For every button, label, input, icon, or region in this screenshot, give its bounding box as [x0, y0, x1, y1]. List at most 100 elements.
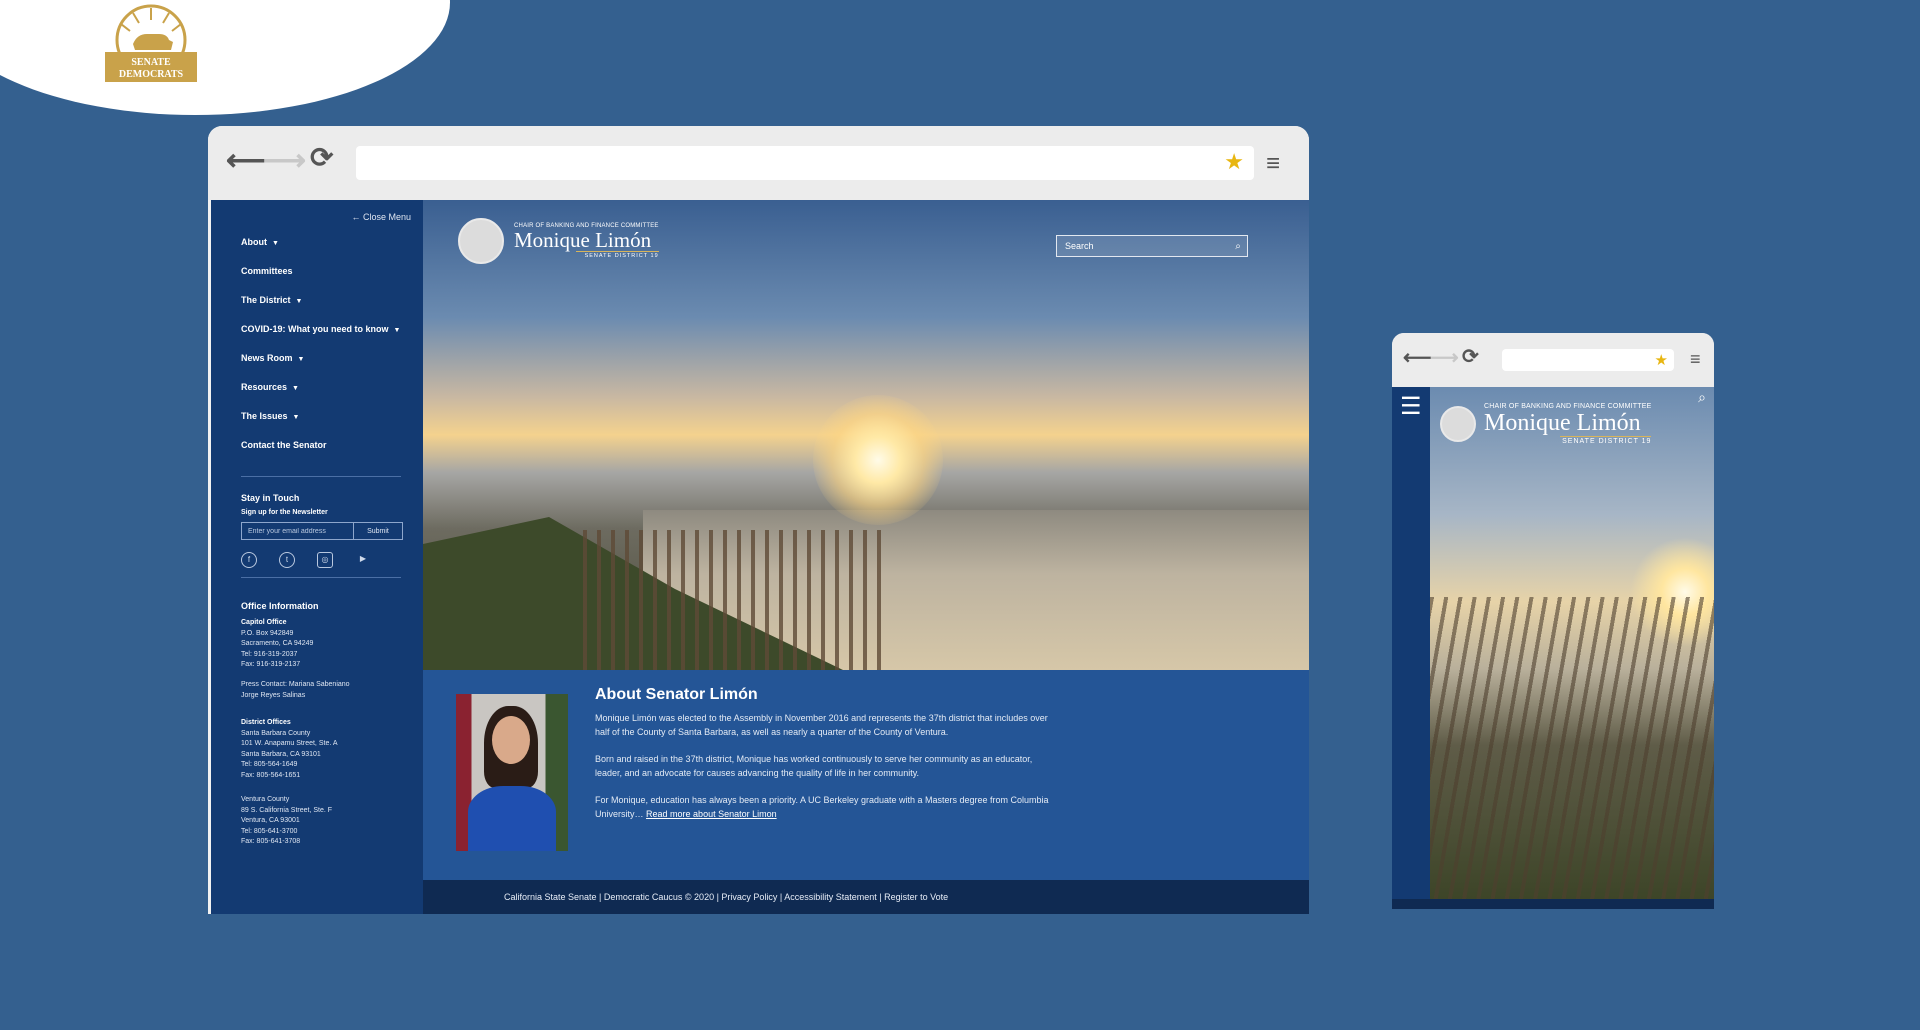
fax-line: Fax: 805-564-1651 [241, 771, 301, 779]
nav-item-covid[interactable]: COVID-19: What you need to know ▼ [241, 324, 400, 353]
browser-menu-icon[interactable]: ≡ [1690, 349, 1701, 370]
submit-button[interactable]: Submit [354, 523, 402, 539]
address-bar[interactable]: ★ [1502, 349, 1674, 371]
senate-seal-icon [458, 218, 504, 264]
about-paragraph-3: For Monique, education has always been a… [595, 794, 1055, 821]
senator-name: Monique Limón [514, 228, 652, 252]
senate-seal-icon [1440, 406, 1476, 442]
nav-item-the-issues[interactable]: The Issues ▼ [241, 411, 400, 440]
site-footer[interactable]: California State Senate | Democratic Cau… [423, 880, 1309, 914]
ventura-office: Ventura County 89 S. California Street, … [241, 795, 332, 848]
mobile-browser-mockup: ⟵ ⟶ ⟳ ★ ≡ ☰ ⌕ CHAIR OF BANKING AND FINAN… [1392, 333, 1714, 909]
phone-line: Tel: 805-641-3700 [241, 827, 298, 835]
portrait-jacket [468, 786, 556, 851]
main-content: CHAIR OF BANKING AND FINANCE COMMITTEE M… [423, 200, 1309, 914]
facebook-icon[interactable]: f [241, 552, 257, 568]
address-line: Sacramento, CA 94249 [241, 640, 314, 647]
back-arrow-icon[interactable]: ⟵ [1403, 348, 1432, 368]
close-menu-label: Close Menu [362, 212, 411, 222]
address-line: 101 W. Anapamu Street, Ste. A [241, 740, 338, 747]
site-logo[interactable]: CHAIR OF BANKING AND FINANCE COMMITTEE M… [1440, 403, 1652, 445]
nav-label: The Issues [241, 411, 288, 421]
district-label: SENATE DISTRICT 19 [1560, 436, 1652, 445]
sidebar-nav: About ▼ Committees The District ▼ COVID-19… [241, 237, 400, 469]
senator-portrait [456, 694, 568, 851]
phone-line: Tel: 916-319-2037 [241, 650, 298, 658]
site-logo[interactable]: CHAIR OF BANKING AND FINANCE COMMITTEE M… [458, 218, 659, 264]
mobile-nav-strip: ☰ [1392, 387, 1430, 899]
bookmark-star-icon[interactable]: ★ [1655, 351, 1668, 369]
search-icon[interactable]: ⌕ [1698, 389, 1706, 406]
browser-menu-icon[interactable]: ≡ [1266, 150, 1280, 178]
nav-label: COVID-19: What you need to know [241, 324, 389, 334]
youtube-icon[interactable]: ▶ [355, 552, 371, 568]
sidebar-menu: ← Close Menu About ▼ Committees The Distr… [211, 200, 423, 914]
address-line: 89 S. California Street, Ste. F [241, 806, 333, 814]
nav-label: Committees [241, 266, 293, 276]
site-title: CHAIR OF BANKING AND FINANCE COMMITTEE M… [1484, 403, 1652, 445]
nav-item-committees[interactable]: Committees [241, 266, 400, 295]
caret-down-icon: ▼ [272, 240, 279, 247]
search-input[interactable] [1057, 241, 1229, 251]
address-line: P.O. Box 942849 [241, 629, 294, 637]
portrait-face [492, 716, 530, 764]
email-input[interactable] [242, 523, 354, 539]
newsletter-form: Submit [241, 522, 403, 540]
search-icon[interactable]: ⌕ [1229, 241, 1247, 252]
instagram-icon[interactable]: ◎ [317, 552, 333, 568]
browser-toolbar: ⟵ ⟶ ⟳ ★ ≡ [208, 126, 1309, 200]
desktop-browser-mockup: ⟵ ⟶ ⟳ ★ ≡ ← Close Menu About ▼ Committees… [208, 126, 1309, 914]
address-line: Ventura, CA 93001 [241, 817, 300, 824]
close-menu-link[interactable]: ← Close Menu [351, 212, 411, 222]
divider [241, 577, 401, 578]
about-section: About Senator Limón Monique Limón was el… [423, 670, 1309, 880]
stay-in-touch-heading: Stay in Touch [241, 493, 300, 503]
twitter-icon[interactable]: t [279, 552, 295, 568]
boardwalk-stairs [1430, 597, 1714, 899]
about-paragraph-2: Born and raised in the 37th district, Mo… [595, 754, 1033, 778]
nav-label: About [241, 237, 267, 247]
search-box: ⌕ [1056, 235, 1248, 257]
hamburger-menu-icon[interactable]: ☰ [1400, 395, 1422, 419]
district-offices-title: District Offices [241, 719, 291, 726]
mobile-viewport: ☰ ⌕ CHAIR OF BANKING AND FINANCE COMMITT… [1392, 387, 1714, 909]
reload-icon[interactable]: ⟳ [1462, 347, 1479, 367]
caret-down-icon: ▼ [393, 327, 401, 334]
caret-down-icon: ▼ [295, 298, 303, 305]
nav-item-news-room[interactable]: News Room ▼ [241, 353, 400, 382]
nav-item-resources[interactable]: Resources ▼ [241, 382, 400, 411]
nav-label: News Room [241, 353, 293, 363]
senate-democrats-logo[interactable]: SENATE DEMOCRATS [103, 4, 199, 88]
mobile-footer-strip [1392, 899, 1714, 909]
press-contact-line: Jorge Reyes Salinas [241, 691, 306, 699]
district-label: SENATE DISTRICT 19 [576, 251, 659, 259]
address-line: Santa Barbara, CA 93101 [241, 750, 321, 758]
nav-label: Resources [241, 382, 288, 392]
mobile-hero: ⌕ CHAIR OF BANKING AND FINANCE COMMITTEE… [1430, 387, 1714, 899]
forward-arrow-icon[interactable]: ⟶ [263, 146, 306, 176]
browser-toolbar: ⟵ ⟶ ⟳ ★ ≡ [1392, 333, 1714, 387]
fax-line: Fax: 916-319-2137 [241, 661, 301, 668]
desktop-viewport: ← Close Menu About ▼ Committees The Distr… [208, 200, 1309, 914]
about-heading: About Senator Limón [595, 686, 758, 703]
capitol-office: Capitol Office P.O. Box 942849 Sacrament… [241, 618, 313, 671]
reload-icon[interactable]: ⟳ [310, 144, 333, 172]
logo-line1: SENATE [131, 57, 171, 68]
phone-line: Tel: 805-564-1649 [241, 761, 298, 768]
bookmark-star-icon[interactable]: ★ [1224, 149, 1244, 175]
forward-arrow-icon[interactable]: ⟶ [1430, 348, 1459, 368]
office-info-heading: Office Information [241, 601, 319, 611]
caret-down-icon: ▼ [297, 356, 305, 363]
logo-line2: DEMOCRATS [119, 69, 184, 80]
divider [241, 476, 401, 477]
address-line: Santa Barbara County [241, 729, 311, 737]
nav-item-the-district[interactable]: The District ▼ [241, 295, 400, 324]
nav-item-contact[interactable]: Contact the Senator [241, 440, 400, 469]
read-more-link[interactable]: Read more about Senator Limon [646, 809, 777, 819]
fax-line: Fax: 805-641-3708 [241, 838, 301, 845]
brand-blob [0, 0, 450, 115]
address-bar[interactable]: ★ [356, 146, 1254, 180]
district-offices: District Offices Santa Barbara County 10… [241, 718, 338, 781]
nav-item-about[interactable]: About ▼ [241, 237, 400, 266]
nav-label: The District [241, 295, 291, 305]
